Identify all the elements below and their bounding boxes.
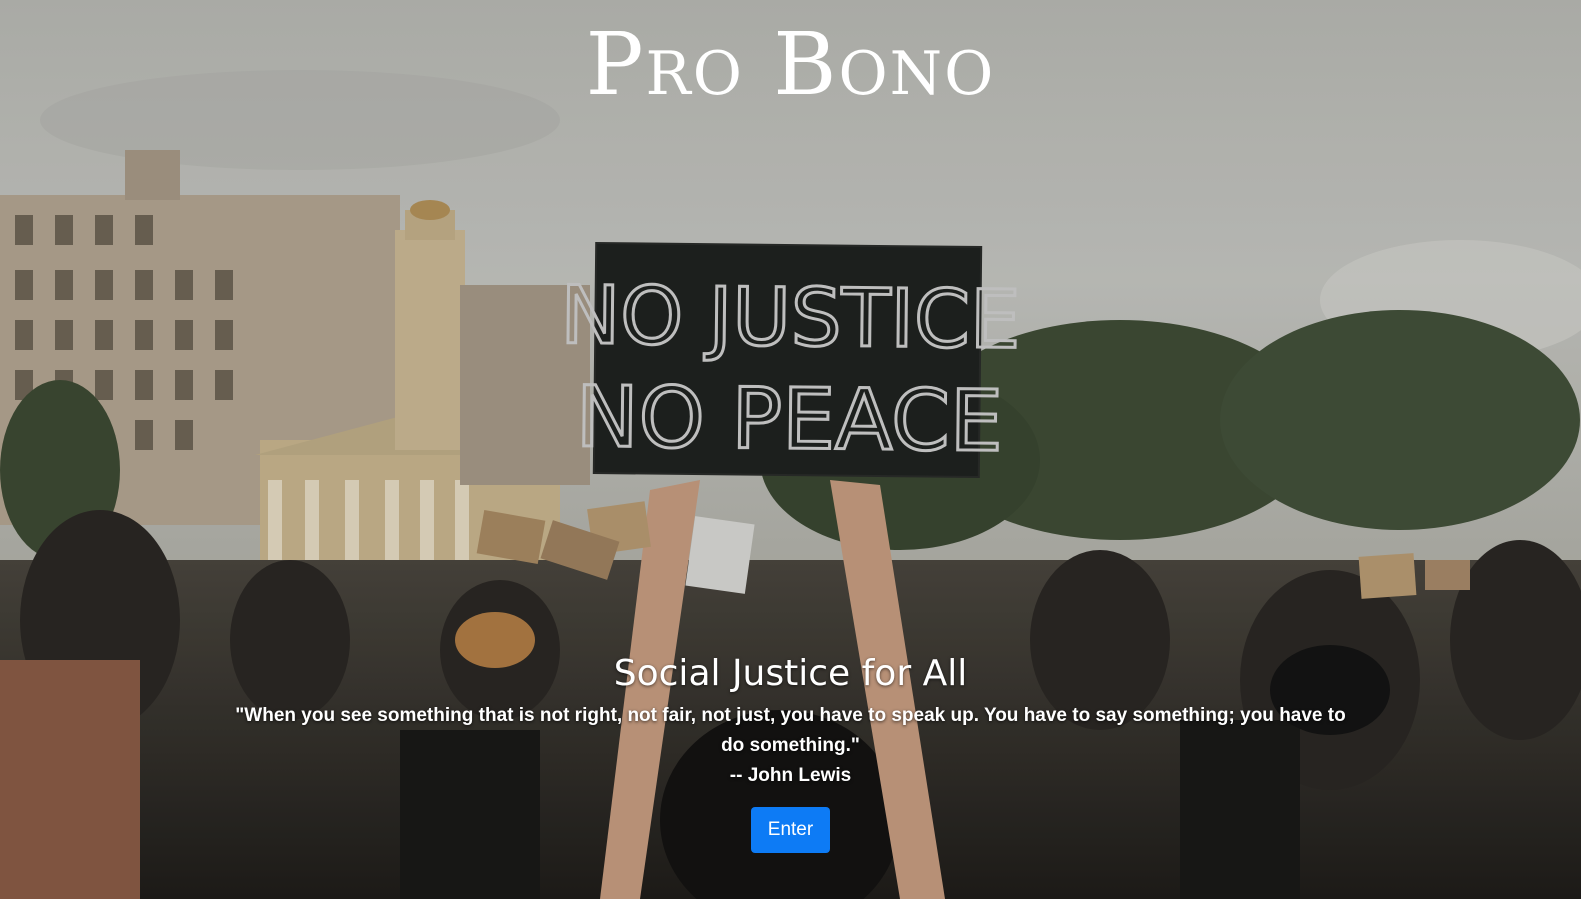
hero-section: NO JUSTICE NO PEACE Pro Bono Social Just… — [0, 0, 1581, 899]
site-title: Pro Bono — [585, 15, 996, 115]
tagline: Social Justice for All — [613, 653, 968, 694]
enter-button[interactable]: Enter — [750, 807, 831, 854]
quote-author: -- John Lewis — [729, 765, 852, 787]
hero-content: Social Justice for All "When you see som… — [230, 652, 1351, 854]
quote-text: "When you see something that is not righ… — [235, 705, 1346, 757]
